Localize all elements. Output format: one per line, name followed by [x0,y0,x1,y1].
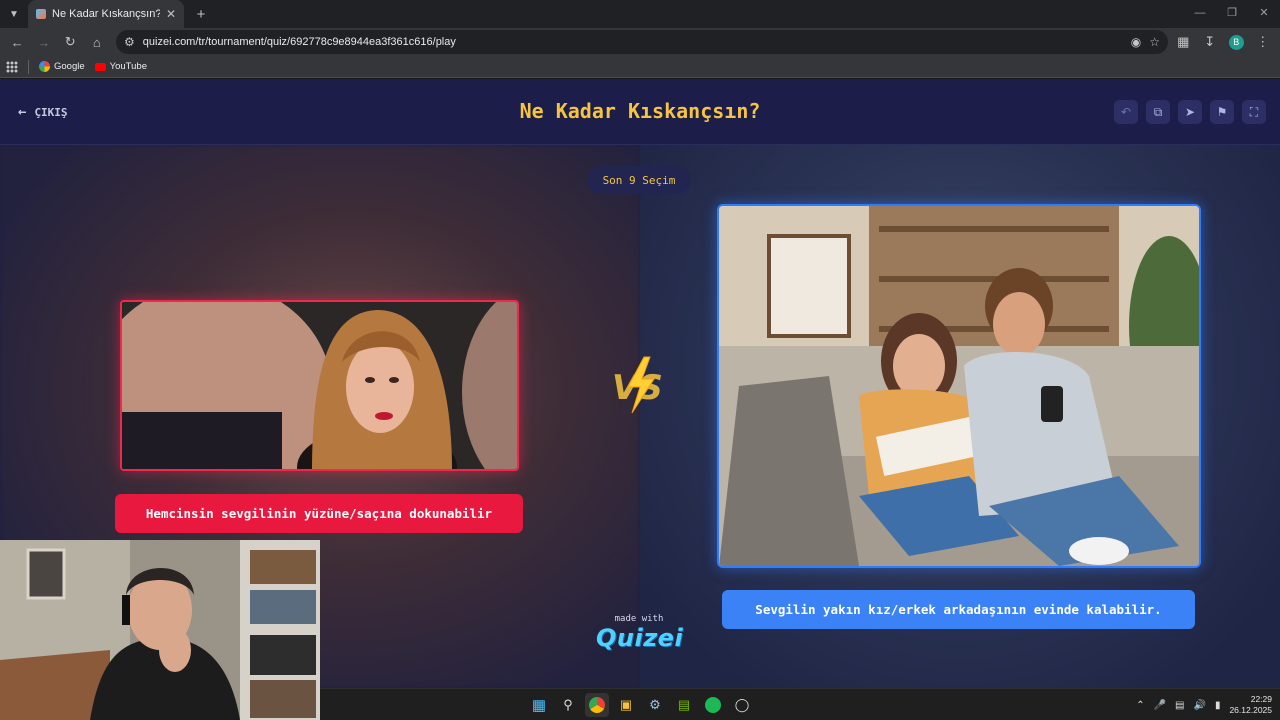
steam-icon[interactable]: ⚙ [643,693,667,717]
forward-icon[interactable]: → [33,30,56,54]
back-icon[interactable]: ← [6,30,29,54]
right-option-label[interactable]: Sevgilin yakın kız/erkek arkadaşının evi… [722,590,1195,629]
clock-date: 26.12.2025 [1229,705,1272,715]
file-explorer-icon[interactable]: ▣ [614,693,638,717]
made-with-text: made with [614,614,664,624]
apps-grid-icon[interactable] [6,60,18,73]
menu-kebab-icon[interactable]: ⋮ [1252,30,1275,54]
right-option-image[interactable] [717,204,1201,568]
share-icon[interactable]: ⧉ [1146,100,1170,124]
google-icon [39,61,50,72]
microphone-icon[interactable]: 🎤 [1154,700,1166,711]
clock-time: 22:29 [1250,694,1272,704]
quiz-header: ← ÇIKIŞ Ne Kadar Kıskançsın? ↶ ⧉ ➤ ⚑ ⛶ [0,79,1280,145]
screen: ▼ Ne Kadar Kıskançsın? - Tier List ✕ + —… [0,0,1280,720]
fullscreen-icon[interactable]: ⛶ [1242,100,1266,124]
system-tray: ⌃ 🎤 ▤ 🔊 ▮ 22:29 26.12.2025 [1136,689,1272,720]
download-icon[interactable]: ↧ [1199,30,1222,54]
chrome-icon[interactable] [585,693,609,717]
extensions-icon[interactable]: ▦ [1172,30,1195,54]
left-option-image[interactable] [120,300,519,471]
volume-icon[interactable]: 🔊 [1193,700,1205,711]
close-window-icon[interactable]: ✕ [1248,0,1280,28]
header-actions: ↶ ⧉ ➤ ⚑ ⛶ [1114,100,1266,124]
site-info-icon[interactable]: ⚙ [124,35,135,49]
divider [28,59,29,74]
browser-tabstrip: ▼ Ne Kadar Kıskançsın? - Tier List ✕ + —… [0,0,1280,28]
bookmark-label: YouTube [109,61,147,72]
restore-icon[interactable]: ❐ [1216,0,1248,28]
spotify-icon[interactable] [701,693,725,717]
clock[interactable]: 22:29 26.12.2025 [1229,694,1272,716]
window-controls: — ❐ ✕ [1184,0,1280,28]
home-icon[interactable]: ⌂ [86,30,109,54]
eye-off-icon[interactable]: ◉ [1131,35,1141,49]
tab-search-icon[interactable]: ▼ [0,0,28,28]
taskbar-apps: ▦ ⚲ ▣ ⚙ ▤ ◯ [527,693,754,717]
youtube-icon [94,62,106,71]
left-option-label[interactable]: Hemcinsin sevgilinin yüzüne/saçına dokun… [115,494,523,533]
webcam-person-illustration [0,540,320,720]
flag-icon[interactable]: ⚑ [1210,100,1234,124]
undo-icon[interactable]: ↶ [1114,100,1138,124]
network-icon[interactable]: ▤ [1175,700,1184,711]
minimize-icon[interactable]: — [1184,0,1216,28]
vs-lightning-icon: VS [612,356,663,414]
nvidia-icon[interactable]: ▤ [672,693,696,717]
left-photo-illustration [122,302,517,469]
tab-favicon-icon [36,9,46,19]
round-badge: Son 9 Seçim [587,166,691,194]
bookmark-label: Google [54,61,85,72]
right-photo-illustration [719,206,1199,566]
profile-avatar[interactable]: B [1225,30,1248,54]
battery-icon[interactable]: ▮ [1215,700,1221,711]
tab-close-icon[interactable]: ✕ [166,7,176,21]
bookmark-star-icon[interactable]: ☆ [1149,35,1160,49]
discord-like-icon[interactable]: ◯ [730,693,754,717]
page-title: Ne Kadar Kıskançsın? [519,99,761,123]
webcam-overlay [0,540,320,720]
os-taskbar: ▦ ⚲ ▣ ⚙ ▤ ◯ ⌃ 🎤 ▤ 🔊 ▮ 22:29 26.12.2025 [320,688,1280,720]
send-icon[interactable]: ➤ [1178,100,1202,124]
windows-start-icon[interactable]: ▦ [527,693,551,717]
quizei-logo: Quizei [596,624,684,652]
bookmark-youtube[interactable]: YouTube [94,61,147,72]
url-text: quizei.com/tr/tournament/quiz/692778c9e8… [142,36,456,48]
bookmarks-bar: Google YouTube [0,56,1280,78]
search-icon[interactable]: ⚲ [556,693,580,717]
new-tab-icon[interactable]: + [188,6,214,23]
tab-title: Ne Kadar Kıskançsın? - Tier List [52,8,160,20]
browser-tab[interactable]: Ne Kadar Kıskançsın? - Tier List ✕ [28,0,184,28]
made-with-badge[interactable]: made with Quizei [596,614,684,652]
reload-icon[interactable]: ↻ [59,30,82,54]
bookmark-google[interactable]: Google [39,61,85,72]
address-bar[interactable]: ⚙ quizei.com/tr/tournament/quiz/692778c9… [116,30,1168,54]
browser-toolbar: ← → ↻ ⌂ ⚙ quizei.com/tr/tournament/quiz/… [0,28,1280,56]
chevron-up-icon[interactable]: ⌃ [1136,700,1144,711]
